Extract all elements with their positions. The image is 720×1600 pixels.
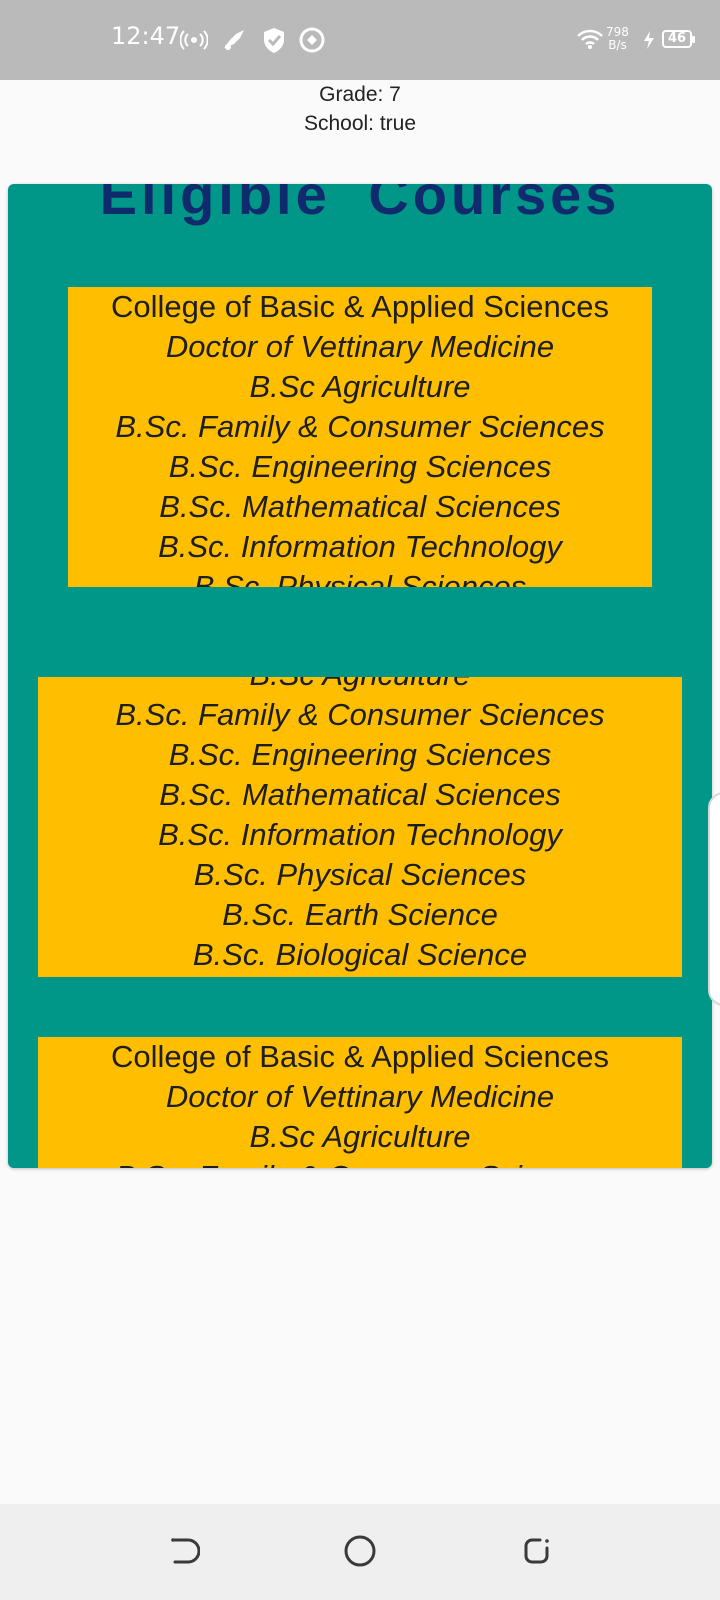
sync-icon — [299, 27, 325, 53]
network-speed-unit: B/s — [608, 38, 627, 52]
program-item: B.Sc Agriculture — [249, 1119, 471, 1154]
rocket-icon — [224, 30, 244, 50]
school-text: School: true — [303, 112, 417, 135]
program-item: B.Sc. Earth Science — [222, 897, 498, 932]
college-name: College of Basic & Applied Sciences — [110, 289, 609, 324]
program-item: B.Sc. Family & Consumer Sciences — [115, 409, 605, 444]
network-speed: 798 B/s — [606, 26, 629, 52]
course-card[interactable]: College of Basic & Applied Sciences Doct… — [38, 1037, 682, 1168]
course-list: B.Sc Agriculture B.Sc. Family & Consumer… — [38, 677, 682, 975]
side-edge-handle[interactable] — [708, 792, 720, 1006]
course-list: College of Basic & Applied Sciences Doct… — [38, 1037, 682, 1168]
program-item: B.Sc. Engineering Sciences — [168, 737, 552, 772]
program-item: B.Sc. Engineering Sciences — [168, 449, 552, 484]
program-item: B.Sc. Physical Sciences — [193, 569, 527, 587]
program-item: B.Sc Agriculture — [38, 677, 682, 695]
navigation-bar — [0, 1504, 720, 1600]
program-item: B.Sc. Biological Science — [192, 937, 528, 972]
recents-icon[interactable] — [520, 1534, 554, 1568]
program-item: B.Sc Agriculture — [249, 369, 471, 404]
program-item: Doctor of Vettinary Medicine — [165, 1079, 555, 1114]
course-card[interactable]: College of Basic & Applied Sciences Doct… — [68, 287, 652, 587]
college-name: College of Basic & Applied Sciences — [110, 1039, 609, 1074]
eligible-courses-panel[interactable]: Eligible Courses College of Basic & Appl… — [8, 184, 712, 1168]
program-item: B.Sc. Family & Consumer Sciences — [115, 697, 605, 732]
status-bar: 12:47 798 B/s 46 — [0, 0, 720, 80]
back-icon[interactable] — [166, 1534, 200, 1568]
shield-check-icon — [264, 28, 284, 53]
student-info: Grade: 7 School: true — [0, 80, 720, 138]
grade-text: Grade: 7 — [319, 83, 401, 106]
course-list: College of Basic & Applied Sciences Doct… — [68, 287, 652, 587]
program-item: B.Sc. Family & Consumer Sciences — [38, 1157, 682, 1168]
program-item: B.Sc. Mathematical Sciences — [159, 777, 561, 812]
course-card[interactable]: B.Sc Agriculture B.Sc. Family & Consumer… — [38, 677, 682, 977]
status-time: 12:47 — [111, 22, 181, 50]
charging-icon — [644, 31, 654, 49]
panel-title: Eligible Courses — [99, 184, 621, 226]
battery-icon: 46 — [662, 30, 695, 48]
hotspot-icon — [180, 30, 208, 50]
program-item: B.Sc. Physical Sciences — [193, 857, 527, 892]
wifi-icon — [577, 29, 603, 49]
home-icon[interactable] — [343, 1534, 377, 1568]
program-item: B.Sc. Information Technology — [158, 817, 562, 852]
program-item: Doctor of Vettinary Medicine — [165, 329, 555, 364]
program-item: B.Sc. Information Technology — [158, 529, 562, 564]
program-item: B.Sc. Mathematical Sciences — [159, 489, 561, 524]
